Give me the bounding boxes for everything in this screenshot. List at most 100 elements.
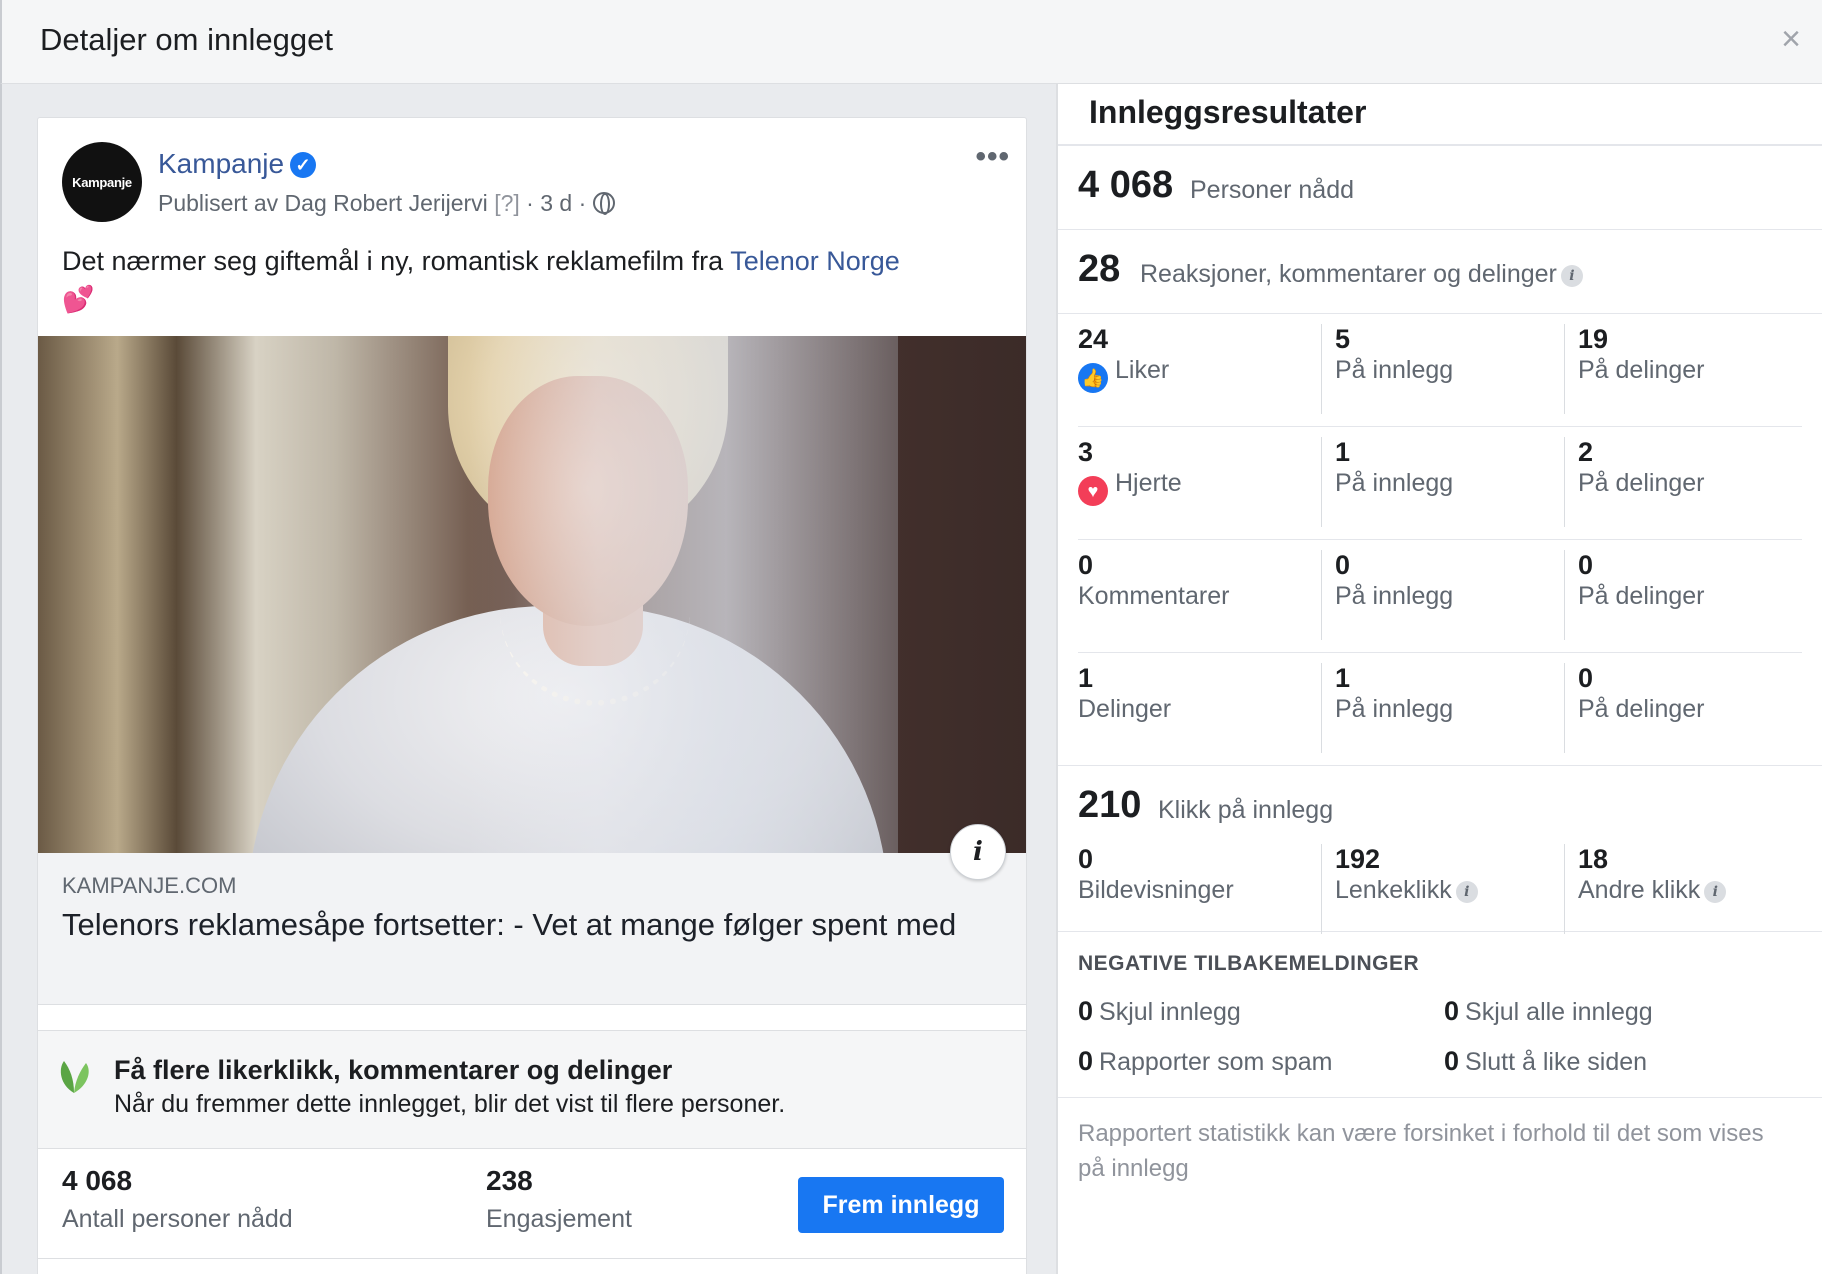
page-name-link[interactable]: Kampanje ✓: [158, 148, 317, 180]
likes-on-shares-label: På delinger: [1578, 356, 1705, 384]
shares-on-shares-label: På delinger: [1578, 695, 1705, 723]
link-clicks-cell: 192 Lenkeklikk i: [1321, 844, 1561, 934]
link-clicks-label: Lenkeklikk: [1335, 876, 1452, 904]
unlike-value: 0: [1444, 1046, 1460, 1076]
comments-cell: 0 Kommentarer: [1078, 550, 1318, 640]
post-image[interactable]: [38, 336, 1026, 853]
post-text: Det nærmer seg giftemål i ny, romantisk …: [62, 242, 1002, 318]
breakdown-row: 1 Delinger 1 På innlegg 0 På delinger: [1078, 653, 1802, 766]
link-preview[interactable]: KAMPANJE.COM Telenors reklamesåpe fortse…: [38, 853, 1026, 1005]
photo-views-value: 0: [1078, 844, 1094, 874]
likes-value: 24: [1078, 324, 1109, 354]
link-domain: KAMPANJE.COM: [62, 873, 237, 898]
likes-label: Liker: [1115, 356, 1170, 384]
reaction-breakdown: 24 👍 Liker 5 På innlegg 19 På delinger 3 …: [1058, 314, 1822, 766]
clicks-total: 210: [1078, 784, 1142, 826]
shares-on-post-value: 1: [1335, 663, 1351, 693]
divider: [38, 1005, 1026, 1031]
spam-value: 0: [1078, 1046, 1094, 1076]
breakdown-row: 24 👍 Liker 5 På innlegg 19 På delinger: [1078, 314, 1802, 427]
likes-on-post-cell: 5 På innlegg: [1321, 324, 1561, 414]
promote-subtitle: Når du fremmer dette innlegget, blir det…: [114, 1090, 786, 1118]
reach-total: 4 068: [1078, 164, 1174, 206]
hearts-label: Hjerte: [1115, 469, 1182, 497]
reach-section: 4 068 Personer nådd: [1058, 146, 1822, 230]
shares-on-shares-cell: 0 På delinger: [1564, 663, 1794, 753]
shares-value: 1: [1078, 663, 1094, 693]
mention-link[interactable]: Telenor Norge: [730, 246, 900, 276]
comments-on-shares-value: 0: [1578, 550, 1594, 580]
boost-post-button[interactable]: Frem innlegg: [798, 1177, 1004, 1233]
results-header: Innleggsresultater: [1058, 84, 1822, 146]
hide-post-stat: 0 Skjul innlegg: [1078, 996, 1241, 1027]
promote-title: Få flere likerklikk, kommentarer og deli…: [114, 1055, 673, 1085]
shares-on-shares-value: 0: [1578, 663, 1594, 693]
shares-on-post-cell: 1 På innlegg: [1321, 663, 1561, 753]
hide-all-stat: 0 Skjul alle innlegg: [1444, 996, 1653, 1027]
hearts-value: 3: [1078, 437, 1094, 467]
clicks-section: 210 Klikk på innlegg 0 Bildevisninger 19…: [1058, 766, 1822, 934]
info-icon[interactable]: i: [1455, 881, 1478, 903]
globe-icon: [592, 192, 615, 215]
comments-value: 0: [1078, 550, 1094, 580]
hearts-on-shares-value: 2: [1578, 437, 1594, 467]
like-icon: 👍: [1078, 363, 1108, 393]
reach-total-label: Personer nådd: [1190, 176, 1355, 204]
shares-label: Delinger: [1078, 695, 1172, 723]
hearts-on-shares-cell: 2 På delinger: [1564, 437, 1794, 527]
post-meta: Publisert av Dag Robert Jerijervi [?] · …: [158, 190, 615, 217]
reactions-section: 28 Reaksjoner, kommentarer og delinger i: [1058, 230, 1822, 314]
image-veil: [468, 336, 898, 853]
close-icon[interactable]: ×: [1774, 22, 1808, 56]
results-title: Innleggsresultater: [1089, 94, 1367, 130]
reactions-total: 28: [1078, 248, 1121, 290]
hearts-on-post-label: På innlegg: [1335, 469, 1454, 497]
promote-banner: Få flere likerklikk, kommentarer og deli…: [38, 1031, 1026, 1149]
likes-cell: 24 👍 Liker: [1078, 324, 1318, 414]
comments-on-post-value: 0: [1335, 550, 1351, 580]
comments-on-post-cell: 0 På innlegg: [1321, 550, 1561, 640]
dialog-header: Detaljer om innlegget ×: [0, 0, 1822, 84]
comments-on-shares-label: På delinger: [1578, 582, 1705, 610]
engagement-value: 238: [486, 1165, 533, 1196]
shares-on-post-label: På innlegg: [1335, 695, 1454, 723]
info-icon[interactable]: i: [1704, 881, 1727, 903]
hearts-cell: 3 ♥ Hjerte: [1078, 437, 1318, 527]
link-clicks-label-wrap: Lenkeklikk i: [1335, 876, 1478, 905]
info-icon[interactable]: i: [950, 824, 1006, 880]
page-avatar[interactable]: Kampanje: [62, 142, 142, 222]
dialog-title: Detaljer om innlegget: [40, 22, 333, 57]
other-clicks-label: Andre klikk: [1578, 876, 1701, 904]
hearts-emoji-icon: 💕: [62, 284, 95, 314]
reach-label: Antall personer nådd: [62, 1205, 293, 1233]
breakdown-row: 3 ♥ Hjerte 1 På innlegg 2 På delinger: [1078, 427, 1802, 540]
hide-post-value: 0: [1078, 996, 1094, 1026]
post-preview-pane: Kampanje Kampanje ✓ Publisert av Dag Robe…: [0, 84, 1058, 1274]
unlike-stat: 0 Slutt å like siden: [1444, 1046, 1647, 1077]
reach-value: 4 068: [62, 1165, 133, 1196]
help-marker[interactable]: [?]: [494, 190, 520, 216]
hearts-on-post-cell: 1 På innlegg: [1321, 437, 1561, 527]
love-icon: ♥: [1078, 476, 1108, 506]
comments-on-post-label: På innlegg: [1335, 582, 1454, 610]
photo-views-label: Bildevisninger: [1078, 876, 1234, 904]
hearts-label-wrap: ♥ Hjerte: [1078, 469, 1182, 506]
hide-post-label: Skjul innlegg: [1099, 998, 1241, 1026]
post-text-body: Det nærmer seg giftemål i ny, romantisk …: [62, 246, 731, 276]
comments-on-shares-cell: 0 På delinger: [1564, 550, 1794, 640]
verified-badge-icon: ✓: [290, 152, 317, 178]
other-clicks-cell: 18 Andre klikk i: [1564, 844, 1804, 934]
more-options-icon[interactable]: •••: [975, 140, 1010, 174]
post-age[interactable]: · 3 d ·: [526, 190, 586, 216]
photo-views-cell: 0 Bildevisninger: [1078, 844, 1318, 934]
engagement-label: Engasjement: [486, 1205, 632, 1233]
published-by[interactable]: Publisert av Dag Robert Jerijervi: [158, 190, 488, 216]
hide-all-label: Skjul alle innlegg: [1465, 998, 1653, 1026]
reactions-total-label-wrap: Reaksjoner, kommentarer og delinger i: [1140, 260, 1583, 289]
avatar-text: Kampanje: [72, 174, 132, 190]
likes-on-post-label: På innlegg: [1335, 356, 1454, 384]
info-icon[interactable]: i: [1560, 265, 1583, 287]
hearts-on-post-value: 1: [1335, 437, 1351, 467]
spam-label: Rapporter som spam: [1099, 1048, 1333, 1076]
post-footer-stats: 4 068 Antall personer nådd 238 Engasjeme…: [38, 1149, 1026, 1259]
